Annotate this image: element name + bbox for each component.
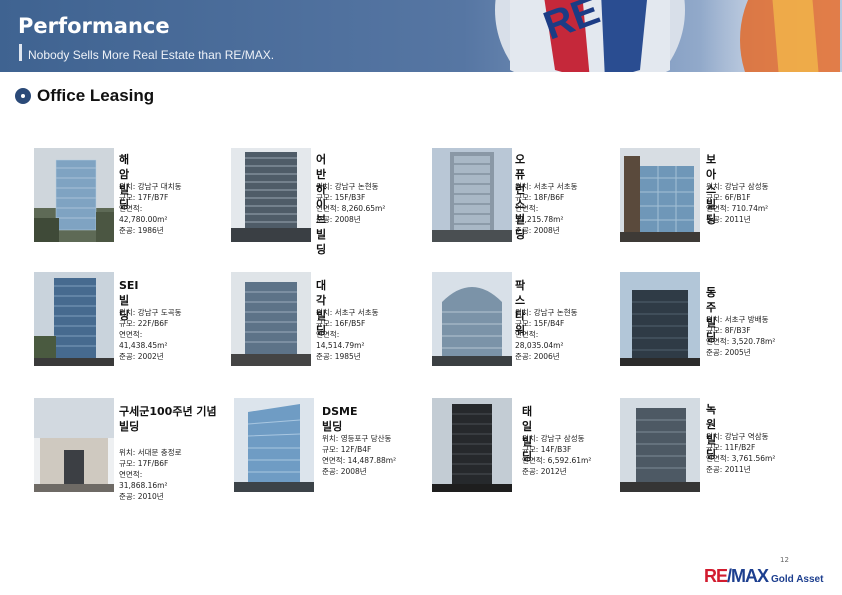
building-area: 41,438.45m² <box>119 341 168 350</box>
building-info: 위치: 서초구 서초동 규모: 18F/B6F 연면적: 31,215.78m²… <box>515 181 613 236</box>
building-area-label: 연면적: 6,592.61m² <box>522 456 592 465</box>
building-photo <box>34 398 114 492</box>
building-completed: 준공: 2012년 <box>522 467 567 476</box>
building-scale: 규모: 18F/B6F <box>515 193 565 202</box>
building-info: 위치: 강남구 논현동 규모: 15F/B4F 연면적: 28,035.04m²… <box>515 307 613 362</box>
building-info: 위치: 강남구 역삼동 규모: 11F/B2F 연면적: 3,761.56m² … <box>706 431 804 475</box>
building-scale: 규모: 17F/B7F <box>119 193 169 202</box>
building-completed: 준공: 1986년 <box>119 226 164 235</box>
building-location: 위치: 강남구 논현동 <box>316 182 379 191</box>
building-area-label: 연면적: <box>515 204 539 213</box>
building-photo <box>432 272 512 366</box>
building-area-label: 연면적: <box>119 204 143 213</box>
building-area: 28,035.04m² <box>515 341 564 350</box>
building-area-label: 연면적: 14,487.88m² <box>322 456 397 465</box>
building-completed: 준공: 1985년 <box>316 352 361 361</box>
building-location: 위치: 강남구 삼성동 <box>706 182 769 191</box>
building-area: 31,215.78m² <box>515 215 564 224</box>
building-scale: 규모: 15F/B4F <box>515 319 565 328</box>
building-photo <box>620 148 700 242</box>
building-location: 위치: 서초구 서초동 <box>316 308 379 317</box>
building-scale: 규모: 22F/B6F <box>119 319 169 328</box>
building-location: 위치: 서초구 방배동 <box>706 315 769 324</box>
building-location: 위치: 서대문 충정로 <box>119 448 182 457</box>
building-completed: 준공: 2010년 <box>119 492 164 501</box>
building-info: 위치: 강남구 삼성동 규모: 6F/B1F 연면적: 710.74m² 준공:… <box>706 181 804 225</box>
building-info: 위치: 서초구 방배동 규모: 8F/B3F 연면적: 3,520.78m² 준… <box>706 314 804 358</box>
building-area: 31,868.16m² <box>119 481 168 490</box>
section-title: Office Leasing <box>37 86 155 105</box>
building-scale: 규모: 17F/B6F <box>119 459 169 468</box>
building-completed: 준공: 2002년 <box>119 352 164 361</box>
building-name: DSME빌딩 <box>322 405 358 433</box>
building-photo <box>234 398 314 492</box>
building-name: 구세군100주년 기념빌딩 <box>119 405 217 433</box>
building-scale: 규모: 6F/B1F <box>706 193 751 202</box>
building-info: 위치: 강남구 대치동 규모: 17F/B7F 연면적: 42,780.00m²… <box>119 181 217 236</box>
building-photo <box>34 272 114 366</box>
page-title: Performance <box>18 14 170 38</box>
logo-suffix: Gold Asset <box>771 574 824 585</box>
building-photo <box>620 272 700 366</box>
building-scale: 규모: 15F/B3F <box>316 193 366 202</box>
building-completed: 준공: 2005년 <box>706 348 751 357</box>
building-info: 위치: 서대문 충정로 규모: 17F/B6F 연면적: 31,868.16m²… <box>119 447 217 502</box>
building-photo <box>231 148 311 242</box>
header-banner: RE Performance Nobody Sells More Real Es… <box>0 0 842 72</box>
building-info: 위치: 강남구 도곡동 규모: 22F/B6F 연면적: 41,438.45m²… <box>119 307 217 362</box>
building-scale: 규모: 11F/B2F <box>706 443 756 452</box>
building-location: 위치: 강남구 대치동 <box>119 182 182 191</box>
building-scale: 규모: 16F/B5F <box>316 319 366 328</box>
building-completed: 준공: 2008년 <box>515 226 560 235</box>
building-location: 위치: 서초구 서초동 <box>515 182 578 191</box>
balloon-image: RE <box>495 0 840 72</box>
building-location: 위치: 강남구 도곡동 <box>119 308 182 317</box>
building-area-label: 연면적: <box>515 330 539 339</box>
building-photo <box>620 398 700 492</box>
building-location: 위치: 강남구 논현동 <box>515 308 578 317</box>
building-scale: 규모: 12F/B4F <box>322 445 372 454</box>
section-bullet-icon <box>15 88 31 104</box>
building-area: 42,780.00m² <box>119 215 168 224</box>
building-area-label: 연면적: 3,520.78m² <box>706 337 776 346</box>
building-area-label: 연면적: <box>119 470 143 479</box>
building-location: 위치: 영등포구 당산동 <box>322 434 392 443</box>
building-area-label: 연면적: 8,260.65m² <box>316 204 386 213</box>
building-area: 14,514.79m² <box>316 341 365 350</box>
building-info: 위치: 서초구 서초동 규모: 16F/B5F 연면적: 14,514.79m²… <box>316 307 414 362</box>
page-subtitle: Nobody Sells More Real Estate than RE/MA… <box>28 48 275 62</box>
logo-max: /MAX <box>727 566 769 586</box>
building-scale: 규모: 8F/B3F <box>706 326 751 335</box>
building-completed: 준공: 2011년 <box>706 465 751 474</box>
building-photo <box>432 398 512 492</box>
building-area-label: 연면적: <box>316 330 340 339</box>
subtitle-divider <box>19 44 22 61</box>
building-info: 위치: 강남구 삼성동 규모: 14F/B3F 연면적: 6,592.61m² … <box>522 433 620 477</box>
building-area-label: 연면적: 3,761.56m² <box>706 454 776 463</box>
building-photo <box>34 148 114 242</box>
building-completed: 준공: 2011년 <box>706 215 751 224</box>
building-completed: 준공: 2008년 <box>322 467 367 476</box>
building-photo <box>231 272 311 366</box>
logo-re: RE <box>704 566 728 586</box>
building-location: 위치: 강남구 역삼동 <box>706 432 769 441</box>
building-completed: 준공: 2008년 <box>316 215 361 224</box>
building-location: 위치: 강남구 삼성동 <box>522 434 585 443</box>
building-info: 위치: 영등포구 당산동 규모: 12F/B4F 연면적: 14,487.88m… <box>322 433 420 477</box>
building-info: 위치: 강남구 논현동 규모: 15F/B3F 연면적: 8,260.65m² … <box>316 181 414 225</box>
remax-logo: RE/MAX Gold Asset <box>704 566 824 586</box>
building-scale: 규모: 14F/B3F <box>522 445 572 454</box>
building-area-label: 연면적: 710.74m² <box>706 204 769 213</box>
building-completed: 준공: 2006년 <box>515 352 560 361</box>
building-area-label: 연면적: <box>119 330 143 339</box>
building-photo <box>432 148 512 242</box>
page-number: 12 <box>780 556 789 564</box>
